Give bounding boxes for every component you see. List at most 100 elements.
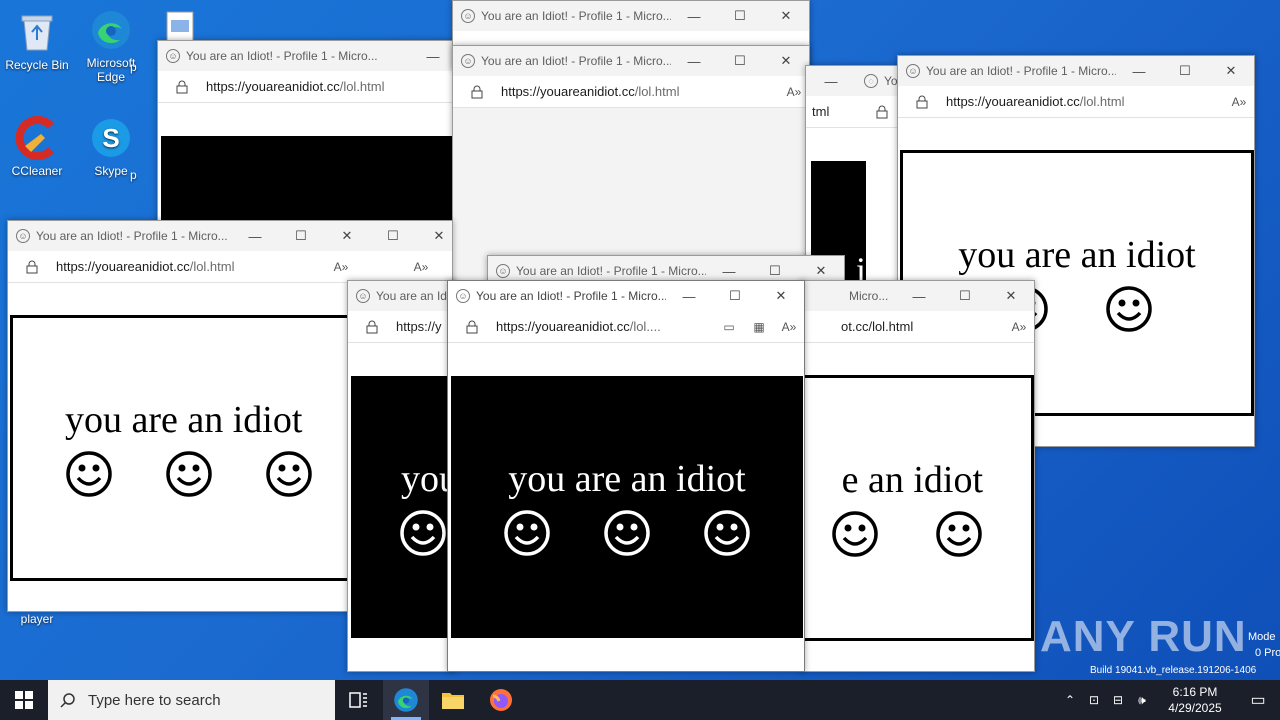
desktop-icon-player[interactable]: player xyxy=(0,612,74,626)
title-bar[interactable]: ☺ You are an Idiot! - Profile 1 - Micro.… xyxy=(453,1,809,31)
read-aloud-icon[interactable]: A» xyxy=(774,320,804,334)
task-view-icon xyxy=(349,692,367,708)
url-text[interactable]: https://youareanidiot.cc/lol.html xyxy=(946,94,1224,109)
title-bar[interactable]: ☺ You are an Idiot! - Profile 1 - Micro.… xyxy=(348,281,456,311)
clock[interactable]: 6:16 PM 4/29/2025 xyxy=(1154,684,1236,716)
title-bar[interactable]: ☺ You are an Idiot! - Profile 1 - Micro.… xyxy=(898,56,1254,86)
smiley-favicon-icon: ☺ xyxy=(496,264,510,278)
title-bar[interactable]: — ◌ Yo xyxy=(806,66,904,96)
url-text[interactable]: https://youareanidiot.cc/lol.html xyxy=(206,79,456,94)
smiley-icon xyxy=(604,510,650,556)
browser-window[interactable]: ☺ You are an Idiot! - Profile 1 - Micro.… xyxy=(347,280,457,672)
minimize-button[interactable]: — xyxy=(896,281,942,311)
browser-window-active[interactable]: ☺ You are an Idiot! - Profile 1 - Micro.… xyxy=(447,280,805,672)
close-button[interactable]: ✕ xyxy=(416,221,452,251)
desktop-icon-ccleaner[interactable]: CCleaner xyxy=(0,116,74,178)
browser-window[interactable]: Micro... — ☐ ✕ ot.cc/lol.html A» e an id… xyxy=(800,280,1035,672)
window-title: You are an Idiot! - Profile 1 - Micro... xyxy=(516,264,706,278)
taskbar-file-explorer[interactable] xyxy=(429,680,477,720)
address-bar[interactable]: https://youareanidiot.cc/lol.html xyxy=(158,71,456,103)
close-button[interactable]: ✕ xyxy=(763,46,809,76)
url-text[interactable]: tml xyxy=(806,104,872,119)
close-button[interactable]: ✕ xyxy=(1208,56,1254,86)
maximize-button[interactable]: ☐ xyxy=(370,221,416,251)
smiley-row xyxy=(65,450,313,498)
address-bar[interactable]: https://youareanidiot.cc/lol.html A» A» xyxy=(8,251,452,283)
url-text[interactable]: https://youareanidiot.cc/lol.... xyxy=(496,319,714,334)
recycle-bin-icon xyxy=(15,10,59,54)
ccleaner-icon xyxy=(15,116,59,160)
smiley-icon xyxy=(66,451,112,497)
close-button[interactable]: ✕ xyxy=(758,281,804,311)
anyrun-watermark: ANY RUN xyxy=(1040,612,1247,661)
task-view-button[interactable] xyxy=(335,680,383,720)
smiley-row xyxy=(831,510,983,558)
minimize-button[interactable]: — xyxy=(410,41,456,71)
page-text: you are an idiot xyxy=(65,399,303,441)
title-bar[interactable]: ☺ You are an Idiot! - Profile 1 - Micro.… xyxy=(448,281,804,311)
minimize-button[interactable]: — xyxy=(666,281,712,311)
build-info-edition: 0 Pro xyxy=(1255,647,1280,659)
maximize-button[interactable]: ☐ xyxy=(942,281,988,311)
address-bar[interactable]: https://y xyxy=(348,311,456,343)
smiley-favicon-icon: ☺ xyxy=(461,9,475,23)
browser-window[interactable]: ☺ You are an Idiot! - Profile 1 - Micro.… xyxy=(157,40,457,240)
minimize-button[interactable]: — xyxy=(671,1,717,31)
address-bar[interactable]: https://youareanidiot.cc/lol.html A» xyxy=(453,76,809,108)
window-title: You are an Idiot! - Profile 1 - Micro... xyxy=(186,49,378,63)
minimize-button[interactable]: — xyxy=(671,46,717,76)
title-bar[interactable]: ☺ You are an Idiot! - Profile 1 - Micro.… xyxy=(158,41,456,71)
address-bar[interactable]: ot.cc/lol.html A» xyxy=(801,311,1034,343)
window-title: You are an Idiot! - Profile 1 - Micro... xyxy=(481,9,671,23)
read-aloud-icon[interactable]: A» xyxy=(406,260,436,274)
smiley-favicon-icon: ☺ xyxy=(16,229,30,243)
taskbar-search-box[interactable]: Type here to search xyxy=(48,680,335,720)
title-bar[interactable]: ☺ You are an Idiot! - Profile 1 - Micro.… xyxy=(8,221,452,251)
smiley-icon xyxy=(166,451,212,497)
volume-icon[interactable]: 🕪 xyxy=(1130,693,1154,708)
read-aloud-icon[interactable]: A» xyxy=(326,260,356,274)
address-bar[interactable]: https://youareanidiot.cc/lol.html A» xyxy=(898,86,1254,118)
window-title: You are an Idiot! - Profile 1 - Micro... xyxy=(476,289,666,303)
title-bar[interactable]: ☺ You are an Idiot! - Profile 1 - Micro.… xyxy=(453,46,809,76)
url-text[interactable]: https://youareanidiot.cc/lol.html xyxy=(56,259,326,274)
maximize-button[interactable]: ☐ xyxy=(1162,56,1208,86)
search-icon xyxy=(48,692,88,708)
network-icon[interactable]: ⊟ xyxy=(1106,693,1130,707)
maximize-button[interactable]: ☐ xyxy=(712,281,758,311)
read-aloud-icon[interactable]: A» xyxy=(1004,320,1034,334)
lock-icon xyxy=(916,95,934,109)
start-button[interactable] xyxy=(0,680,48,720)
maximize-button[interactable]: ☐ xyxy=(717,46,763,76)
minimize-button[interactable]: — xyxy=(232,221,278,251)
smiley-favicon-icon: ☺ xyxy=(456,289,470,303)
notifications-icon[interactable]: ▭ xyxy=(1236,690,1280,710)
close-button[interactable]: ✕ xyxy=(988,281,1034,311)
show-hidden-icons-button[interactable]: ⌃ xyxy=(1058,693,1082,707)
title-bar[interactable]: Micro... — ☐ ✕ xyxy=(801,281,1034,311)
minimize-button[interactable]: — xyxy=(806,66,856,96)
clock-time: 6:16 PM xyxy=(1172,685,1218,699)
app-available-icon[interactable]: ▭ xyxy=(714,320,744,334)
maximize-button[interactable]: ☐ xyxy=(717,1,763,31)
url-text[interactable]: https://youareanidiot.cc/lol.html xyxy=(501,84,779,99)
smiley-favicon-icon: ☺ xyxy=(356,289,370,303)
close-button[interactable]: ✕ xyxy=(324,221,370,251)
minimize-button[interactable]: — xyxy=(1116,56,1162,86)
firefox-icon xyxy=(490,689,512,711)
close-button[interactable]: ✕ xyxy=(763,1,809,31)
url-text[interactable]: ot.cc/lol.html xyxy=(801,319,1004,334)
address-bar[interactable]: https://youareanidiot.cc/lol.... ▭ ▦ A» xyxy=(448,311,804,343)
read-aloud-icon[interactable]: A» xyxy=(1224,95,1254,109)
idiot-page: you are an idiot xyxy=(451,376,803,638)
smiley-row xyxy=(399,509,447,557)
device-icon[interactable]: ⊡ xyxy=(1082,693,1106,707)
taskbar-firefox[interactable] xyxy=(477,680,525,720)
smiley-icon xyxy=(504,510,550,556)
desktop-icon-recycle-bin[interactable]: Recycle Bin xyxy=(0,10,74,72)
maximize-button[interactable]: ☐ xyxy=(278,221,324,251)
taskbar-edge[interactable] xyxy=(383,680,429,720)
address-bar[interactable]: tml xyxy=(806,96,904,128)
smiley-favicon-icon: ☺ xyxy=(461,54,475,68)
qr-code-icon[interactable]: ▦ xyxy=(744,320,774,334)
